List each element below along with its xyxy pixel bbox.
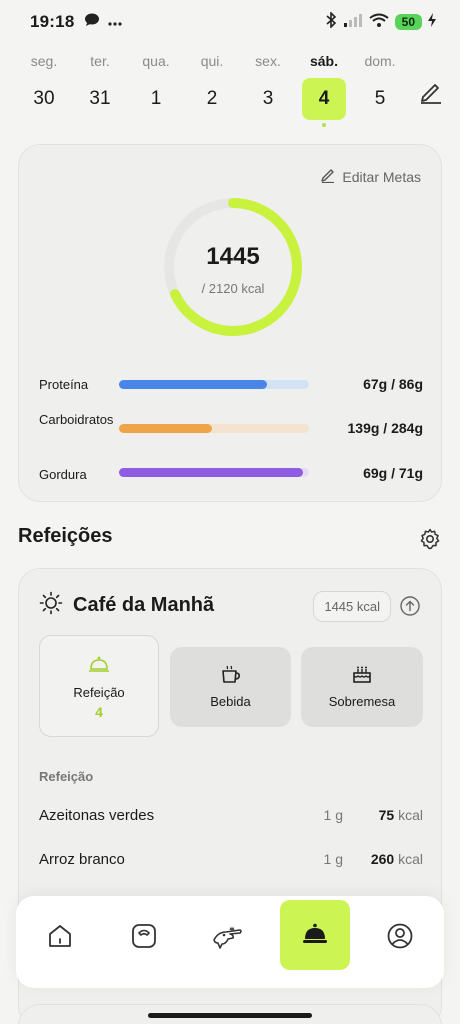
status-bar: 19:18 50 bbox=[0, 0, 460, 44]
meal-header: Café da Manhã bbox=[39, 591, 214, 620]
food-kcal-value: 260 bbox=[370, 851, 395, 867]
bottom-navigation bbox=[16, 896, 444, 988]
calories-consumed: 1445 bbox=[206, 243, 260, 270]
alligator-icon bbox=[212, 922, 244, 955]
sun-icon bbox=[39, 591, 63, 620]
food-quantity: 1 g bbox=[323, 807, 343, 823]
macro-label: Carboidratos bbox=[39, 412, 114, 427]
macro-carbs: Carboidratos 139g / 284g bbox=[39, 410, 423, 450]
signal-icon bbox=[343, 13, 363, 32]
day-monday[interactable]: seg. 30 bbox=[22, 50, 66, 120]
tile-label: Refeição bbox=[73, 685, 125, 700]
nav-scale[interactable] bbox=[124, 918, 164, 958]
nav-meals-active[interactable] bbox=[280, 900, 350, 970]
arrow-up-circle-icon[interactable] bbox=[399, 595, 421, 617]
day-number: 3 bbox=[262, 88, 274, 109]
day-thursday[interactable]: qui. 2 bbox=[190, 50, 234, 120]
edit-pencil-icon[interactable] bbox=[418, 78, 446, 106]
cake-icon bbox=[301, 663, 423, 690]
gear-icon[interactable] bbox=[418, 527, 442, 551]
user-profile-icon bbox=[386, 922, 414, 955]
macro-value: 67g / 86g bbox=[363, 376, 423, 392]
day-tuesday[interactable]: ter. 31 bbox=[78, 50, 122, 120]
day-name: ter. bbox=[90, 53, 110, 69]
meal-title: Café da Manhã bbox=[73, 594, 215, 616]
day-number: 5 bbox=[374, 88, 386, 109]
tile-sobremesa[interactable]: Sobremesa bbox=[301, 647, 423, 727]
status-time: 19:18 bbox=[30, 12, 75, 31]
day-name: sex. bbox=[255, 53, 281, 69]
tile-label: Bebida bbox=[210, 694, 251, 709]
macro-track bbox=[119, 424, 309, 433]
chat-bubble-icon bbox=[84, 13, 100, 32]
calories-goal: / 2120 kcal bbox=[201, 281, 265, 296]
day-sunday[interactable]: dom. 5 bbox=[358, 50, 402, 120]
meal-category-tiles: Refeição 4 Bebida Sobremesa bbox=[39, 635, 423, 739]
day-name: qui. bbox=[200, 53, 224, 69]
day-number: 2 bbox=[206, 88, 218, 109]
macro-value: 69g / 71g bbox=[363, 465, 423, 481]
food-kcal: 260 kcal bbox=[371, 851, 423, 867]
macro-fill bbox=[119, 468, 304, 477]
food-name: Azeitonas verdes bbox=[39, 807, 155, 824]
macro-protein: Proteína 67g / 86g bbox=[39, 375, 423, 405]
edit-pencil-icon bbox=[320, 167, 336, 186]
day-name: dom. bbox=[364, 53, 396, 69]
macro-track bbox=[119, 468, 309, 477]
meal-kcal-badge: 1445 kcal bbox=[313, 591, 391, 622]
macro-fat: Gordura 69g / 71g bbox=[39, 465, 423, 495]
daily-summary-card: Editar Metas 1445 / 2120 kcal Proteína 6… bbox=[18, 144, 442, 502]
food-quantity: 1 g bbox=[323, 851, 343, 867]
bluetooth-icon bbox=[325, 10, 337, 33]
cloche-icon bbox=[40, 652, 158, 679]
more-dots-icon bbox=[108, 13, 123, 31]
food-kcal-unit: kcal bbox=[398, 807, 423, 823]
scale-icon bbox=[130, 922, 158, 955]
day-name: qua. bbox=[142, 53, 170, 69]
edit-goals-button[interactable]: Editar Metas bbox=[320, 167, 421, 186]
nav-mascot[interactable] bbox=[208, 918, 248, 958]
tile-bebida[interactable]: Bebida bbox=[170, 647, 291, 727]
tile-refeicao[interactable]: Refeição 4 bbox=[39, 635, 159, 737]
macro-track bbox=[119, 380, 309, 389]
day-number: 31 bbox=[89, 88, 111, 109]
macro-label: Proteína bbox=[39, 377, 89, 392]
home-indicator bbox=[148, 1013, 312, 1018]
charging-icon bbox=[428, 12, 436, 32]
wifi-icon bbox=[369, 13, 389, 32]
week-selector: seg. 30 ter. 31 qua. 1 qui. 2 sex. 3 sáb… bbox=[16, 50, 446, 130]
day-number: 1 bbox=[150, 88, 162, 109]
day-number: 30 bbox=[33, 88, 55, 109]
day-saturday-selected[interactable]: sáb. 4 bbox=[302, 50, 346, 127]
cloche-icon bbox=[301, 919, 329, 952]
food-name: Arroz branco bbox=[39, 851, 125, 868]
macro-label: Gordura bbox=[39, 467, 87, 482]
tile-label: Sobremesa bbox=[328, 694, 396, 709]
food-kcal-unit: kcal bbox=[398, 851, 423, 867]
macro-value: 139g / 284g bbox=[347, 420, 424, 436]
day-number: 4 bbox=[302, 78, 346, 120]
selected-day-dot bbox=[322, 123, 326, 127]
home-icon bbox=[46, 922, 74, 955]
coffee-cup-icon bbox=[170, 663, 291, 690]
macro-fill bbox=[119, 424, 213, 433]
tile-count: 4 bbox=[95, 704, 103, 720]
battery-indicator: 50 bbox=[394, 14, 422, 30]
food-kcal: 75 kcal bbox=[379, 807, 423, 823]
day-name: sáb. bbox=[309, 53, 338, 69]
food-kcal-value: 75 bbox=[378, 807, 395, 823]
macro-fill bbox=[119, 380, 268, 389]
day-wednesday[interactable]: qua. 1 bbox=[134, 50, 178, 120]
day-friday[interactable]: sex. 3 bbox=[246, 50, 290, 120]
nav-home[interactable] bbox=[40, 918, 80, 958]
meals-heading: Refeições bbox=[18, 525, 113, 547]
section-label: Refeição bbox=[39, 769, 94, 784]
day-name: seg. bbox=[30, 53, 58, 69]
edit-goals-label: Editar Metas bbox=[342, 168, 421, 185]
nav-profile[interactable] bbox=[380, 918, 420, 958]
